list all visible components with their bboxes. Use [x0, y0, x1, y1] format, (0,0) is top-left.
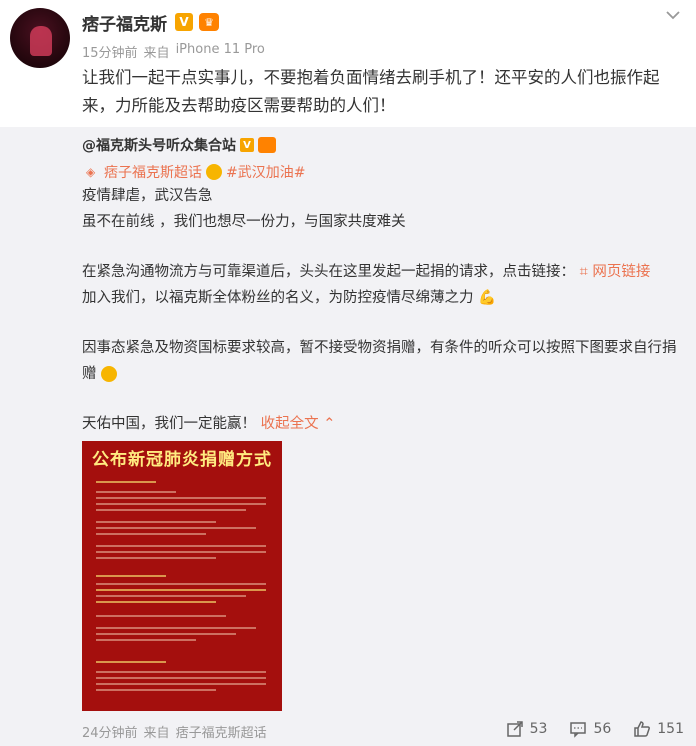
poster-text-line: [96, 503, 266, 505]
post-time[interactable]: 15分钟前: [82, 42, 138, 61]
poster-text-line: [96, 589, 266, 591]
repost-source[interactable]: 痞子福克斯超话: [176, 722, 267, 741]
poster-text-line: [96, 521, 216, 523]
comment-count: 56: [593, 721, 612, 737]
link-icon: ⌗: [579, 264, 588, 280]
emoji-icon: [206, 164, 222, 180]
post-source: iPhone 11 Pro: [175, 42, 265, 57]
share-button[interactable]: 53: [506, 720, 548, 738]
repost-line-with-emoji: 赠: [82, 364, 682, 384]
poster-text-line: [96, 497, 266, 499]
comment-icon: [570, 722, 587, 738]
tag-row: ◈ 痞子福克斯超话 #武汉加油#: [86, 162, 305, 182]
repost-line-with-emoji: 加入我们，以福克斯全体粉丝的名义，为防控疫情尽绵薄之力 💪: [82, 288, 682, 308]
poster-text-line: [96, 491, 176, 493]
post-meta: 15分钟前 来自 iPhone 11 Pro: [82, 42, 265, 61]
action-bar: 53 56 151: [506, 720, 684, 738]
thumbs-up-icon: [634, 721, 651, 737]
poster-text-line: [96, 533, 206, 535]
avatar-figure: [30, 26, 52, 56]
share-count: 53: [529, 721, 548, 737]
chevron-down-icon[interactable]: [664, 8, 682, 22]
repost-line: 在紧急沟通物流方与可靠渠道后，头头在这里发起一起捐的请求，点击链接：: [82, 264, 575, 280]
poster-text-line: [96, 627, 256, 629]
repost-line-with-collapse: 天佑中国，我们一定能赢！ 收起全文 ⌃: [82, 414, 682, 434]
poster-text-line: [96, 601, 216, 603]
poster-text-line: [96, 677, 266, 679]
repost-line: 因事态紧急及物资国标要求较高，暂不接受物资捐赠，有条件的听众可以按照下图要求自行…: [82, 340, 677, 356]
repost-footer: 24分钟前 来自 痞子福克斯超话 53 56 151: [0, 712, 696, 746]
like-count: 151: [657, 721, 684, 737]
repost-line: 疫情肆虐，武汉告急: [82, 188, 213, 204]
fan-badge-icon: ♛: [199, 13, 219, 31]
poster-text-line: [96, 557, 216, 559]
repost-line-with-link: 在紧急沟通物流方与可靠渠道后，头头在这里发起一起捐的请求，点击链接： ⌗ 网页链…: [82, 262, 682, 282]
repost-author[interactable]: @福克斯头号听众集合站: [82, 135, 236, 155]
comment-button[interactable]: 56: [569, 720, 611, 738]
repost-line: 赠: [82, 366, 97, 382]
poster-text-line: [96, 615, 226, 617]
repost-line: 加入我们，以福克斯全体粉丝的名义，为防控疫情尽绵薄之力: [82, 290, 474, 306]
poster-text-line: [96, 481, 156, 483]
repost-meta: 24分钟前 来自 痞子福克斯超话: [82, 722, 267, 741]
collapse-button[interactable]: 收起全文: [261, 416, 319, 432]
like-button[interactable]: 151: [633, 720, 684, 738]
repost-time[interactable]: 24分钟前: [82, 722, 138, 741]
poster-text-line: [96, 575, 166, 577]
share-icon: [506, 721, 523, 737]
source-prefix: 来自: [143, 726, 170, 741]
author-row: 痞子福克斯 V ♛: [82, 10, 219, 35]
poster-text-line: [96, 545, 266, 547]
post-text: 让我们一起干点实事儿，不要抱着负面情绪去刷手机了！还平安的人们也振作起来，力所能…: [82, 68, 660, 115]
poster-text-line: [96, 661, 166, 663]
verified-v-icon: V: [175, 13, 193, 31]
weibo-post: 痞子福克斯 V ♛ 15分钟前 来自 iPhone 11 Pro 让我们一起干点…: [0, 0, 696, 746]
flex-emoji-icon: 💪: [478, 290, 497, 306]
avatar[interactable]: [10, 8, 70, 68]
repost-line: 虽不在前线 ，我们也想尽一份力，与国家共度难关: [82, 214, 406, 230]
source-prefix: 来自: [143, 46, 170, 61]
poster-text-line: [96, 671, 266, 673]
author-name[interactable]: 痞子福克斯: [82, 10, 167, 35]
verified-v-icon: V: [240, 138, 254, 152]
repost-line: 天佑中国，我们一定能赢！: [82, 416, 256, 432]
supertopic-icon: ◈: [86, 165, 96, 179]
poster-text-line: [96, 689, 216, 691]
hashtag-link[interactable]: #武汉加油#: [226, 162, 305, 182]
poster-text-line: [96, 509, 246, 511]
emoji-icon: [101, 366, 118, 382]
web-link[interactable]: 网页链接: [592, 264, 650, 280]
poster-title: 公布新冠肺炎捐赠方式: [92, 450, 272, 470]
fan-badge-icon: [258, 137, 276, 153]
supertopic-link[interactable]: 痞子福克斯超话: [104, 162, 202, 182]
poster-text-line: [96, 683, 266, 685]
poster-text-line: [96, 527, 256, 529]
poster-text-line: [96, 639, 196, 641]
repost-author-row: @福克斯头号听众集合站 V: [82, 135, 276, 155]
poster-text-line: [96, 633, 236, 635]
donation-poster-image[interactable]: 公布新冠肺炎捐赠方式: [82, 441, 282, 711]
poster-text-line: [96, 551, 266, 553]
chevron-up-icon[interactable]: ⌃: [323, 416, 335, 432]
poster-text-line: [96, 583, 266, 585]
poster-text-line: [96, 595, 246, 597]
